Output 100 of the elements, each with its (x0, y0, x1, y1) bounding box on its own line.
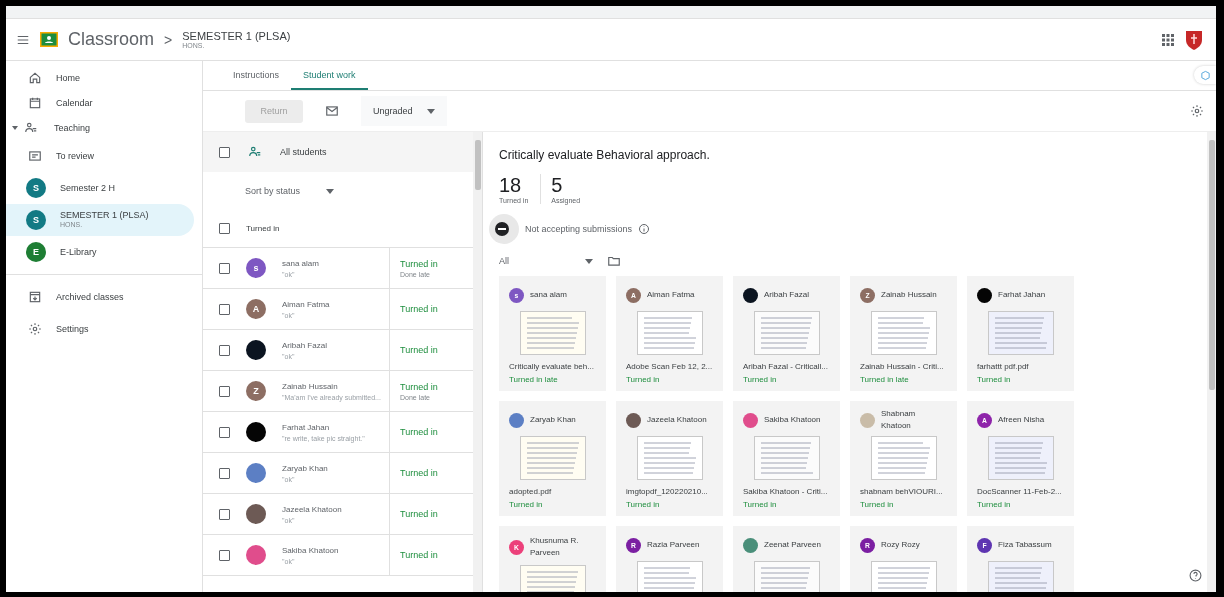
submission-card[interactable]: Aribah Fazal Aribah Fazal - Criticall... Turned in (733, 276, 840, 391)
avatar: Z (246, 381, 266, 401)
file-name: Zainab Hussain - Criti... (860, 362, 945, 371)
checkbox[interactable] (219, 223, 230, 234)
sidebar-class[interactable]: E E-Library (6, 236, 194, 268)
student-name: sana alam (282, 258, 319, 268)
file-name: DocScanner 11-Feb-2... (977, 487, 1063, 496)
calendar-icon (28, 95, 42, 110)
sidebar-item[interactable]: Calendar (6, 90, 194, 115)
document-thumbnail (519, 311, 586, 355)
student-name: Afreen Nisha (998, 414, 1045, 426)
status-text: Turned in (400, 427, 438, 437)
student-name: Aribah Fazal (282, 340, 327, 350)
sidebar-section[interactable]: Teaching (6, 115, 194, 140)
submission-card[interactable]: Jazeela Khatoon imgtopdf_120220210... Turned in (616, 401, 723, 516)
help-button[interactable] (1189, 569, 1202, 582)
student-name: Zaryab Khan (282, 463, 328, 473)
checkbox[interactable] (219, 549, 230, 561)
sidebar-item[interactable]: Home (6, 65, 194, 90)
checkbox[interactable] (219, 426, 230, 438)
archive-icon (28, 290, 42, 304)
document-thumbnail (987, 561, 1054, 592)
student-name: Farhat Jahan (998, 289, 1046, 301)
student-name: Jazeela Khatoon (282, 504, 342, 514)
submission-card[interactable]: Sakiba Khatoon Sakiba Khatoon - Criti... Turned in (733, 401, 840, 516)
checkbox[interactable] (219, 262, 230, 274)
student-name: Rozy Rozy (881, 539, 920, 551)
classroom-logo-icon (40, 32, 58, 47)
avatar: s (246, 258, 266, 278)
student-name: Farhat Jahan (282, 422, 331, 432)
document-thumbnail (870, 311, 937, 355)
student-name: Zaryab Khan (530, 414, 576, 426)
checkbox[interactable] (219, 508, 230, 520)
sidebar-item[interactable]: To review (6, 140, 194, 172)
document-thumbnail (636, 436, 703, 480)
dropdown-caret-icon (585, 258, 593, 264)
student-name: Khusnuma R. Parveen (530, 535, 580, 559)
status-text: Turned in (860, 500, 895, 509)
submission-card[interactable]: Farhat Jahan farhattt pdf.pdf Turned in (967, 276, 1074, 391)
folder-icon[interactable] (607, 254, 621, 268)
checkbox[interactable] (219, 146, 230, 158)
checkbox[interactable] (219, 467, 230, 479)
status-text: Turned in (743, 500, 778, 509)
status-text: Turned in (743, 375, 778, 384)
status-text: Turned in (400, 345, 438, 355)
expand-caret-icon (12, 124, 18, 131)
student-name: sana alam (530, 289, 567, 301)
sort-dropdown[interactable]: Sort by status (245, 186, 335, 196)
student-name: Fiza Tabassum (998, 539, 1052, 551)
tab[interactable]: Instructions (221, 61, 292, 90)
class-avatar: E (26, 242, 46, 262)
student-name: Sakiba Khatoon (764, 414, 821, 426)
status-text: Turned in (400, 509, 438, 519)
checkbox[interactable] (219, 344, 230, 356)
submission-card[interactable]: Zaryab Khan adopted.pdf Turned in (499, 401, 606, 516)
status-text: Turned in late (509, 375, 559, 384)
document-thumbnail (636, 561, 703, 592)
file-name: adopted.pdf (509, 487, 553, 496)
settings-icon (28, 322, 42, 336)
sidebar-class[interactable]: S Semester 2 H (6, 172, 194, 204)
submission-card[interactable]: Zeenat Parveen (733, 526, 840, 592)
sidebar-item[interactable]: Settings (6, 313, 194, 345)
status-text: Turned in (400, 304, 438, 314)
file-name: farhattt pdf.pdf (977, 362, 1030, 371)
filter-dropdown[interactable]: All (499, 256, 593, 266)
sidebar-item[interactable]: Archived classes (6, 281, 194, 313)
document-thumbnail (987, 311, 1054, 355)
document-thumbnail (519, 436, 586, 480)
status-text: Turned in (400, 468, 438, 478)
shield-avatar-icon[interactable] (1184, 28, 1204, 51)
status-text: Turned in (400, 258, 438, 269)
apps-grid-icon[interactable] (1162, 33, 1174, 46)
status-text: Turned in (977, 375, 1012, 384)
checkbox[interactable] (219, 385, 230, 397)
status-text: Turned in (400, 550, 438, 560)
student-name: Aribah Fazal (764, 289, 809, 301)
scrollbar[interactable] (1207, 132, 1216, 592)
assignment-title: Critically evaluate Behavioral approach. (499, 148, 711, 162)
grade-filter-dropdown[interactable]: Ungraded (361, 96, 447, 126)
email-icon[interactable] (325, 104, 339, 118)
stat-number: 18 (499, 174, 523, 197)
settings-icon[interactable] (1190, 104, 1204, 118)
student-name: Zainab Hussain (881, 289, 937, 301)
document-thumbnail (870, 561, 937, 592)
checkbox[interactable] (219, 303, 230, 315)
accepting-toggle[interactable] (489, 214, 519, 244)
submission-card[interactable]: Shabnam Khatoon shabnam behVIOURI... Turned in (850, 401, 957, 516)
breadcrumb-separator: > (164, 31, 173, 48)
app-name[interactable]: Classroom (68, 29, 155, 50)
student-name: Razia Parveen (647, 539, 700, 551)
status-text: Turned in late (860, 375, 910, 384)
document-thumbnail (987, 436, 1054, 480)
dropdown-caret-icon (326, 188, 335, 194)
file-name: Sakiba Khatoon - Criti... (743, 487, 829, 496)
class-name[interactable]: SEMESTER 1 (PLSA) (182, 29, 291, 42)
document-thumbnail (870, 436, 937, 480)
scrollbar[interactable] (473, 132, 482, 592)
info-icon[interactable] (638, 223, 651, 235)
tab[interactable]: Student work (291, 61, 368, 90)
people-icon (248, 145, 262, 159)
